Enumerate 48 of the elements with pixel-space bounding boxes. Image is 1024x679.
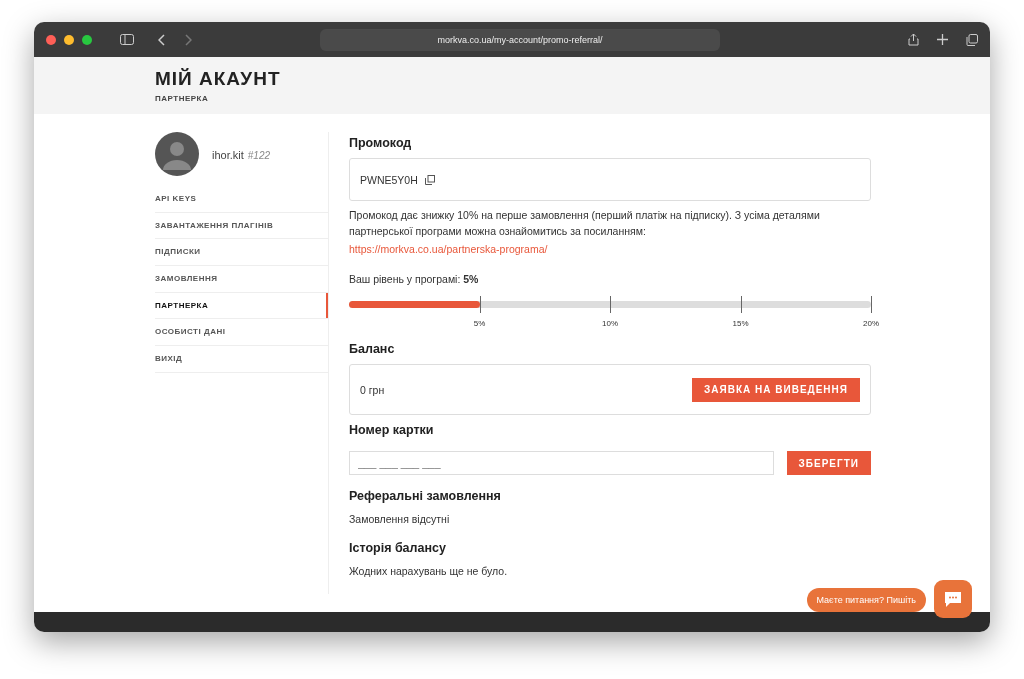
section-heading: Промокод [349, 136, 413, 150]
level-label: Ваш рівень у програмі: 5% [349, 272, 480, 287]
promo-code: PWNE5Y0H [360, 173, 418, 186]
avatar [155, 132, 199, 176]
sidebar-item[interactable]: ЗАМОВЛЕННЯ [155, 266, 328, 293]
level-tick [479, 296, 481, 313]
sidebar-item[interactable]: API KEYS [155, 186, 328, 213]
empty-message: Жодних нарахувань ще не було. [349, 564, 509, 579]
page-subtitle: ПАРТНЕРКА [155, 94, 210, 103]
sidebar-item[interactable]: ЗАВАНТАЖЕННЯ ПЛАГІНІВ [155, 212, 328, 240]
section-heading: Реферальні замовлення [349, 489, 502, 503]
empty-message: Замовлення відсутні [349, 512, 451, 527]
page-title: МІЙ АКАУНТ [155, 68, 282, 90]
share-icon[interactable] [908, 33, 919, 46]
section-heading: Баланс [349, 342, 396, 356]
username: ihor.kit [212, 149, 244, 161]
sidebar-icon[interactable] [120, 34, 134, 45]
sidebar-item[interactable]: ВИХІД [155, 346, 328, 373]
sidebar-item[interactable]: ПАРТНЕРКА [155, 292, 328, 320]
section-heading: Історія балансу [349, 541, 447, 555]
tick-label: 20% [863, 319, 879, 328]
save-button[interactable]: ЗБЕРЕГТИ [786, 451, 871, 475]
program-link[interactable]: https://morkva.co.ua/partnerska-programa/ [349, 243, 548, 255]
close-icon[interactable] [46, 34, 56, 45]
tick-label: 15% [732, 319, 749, 328]
user-id: #122 [247, 150, 271, 161]
minimize-icon[interactable] [64, 34, 74, 45]
plus-icon[interactable] [937, 34, 948, 45]
card-number-field[interactable]: ___ ___ ___ ___ [349, 451, 774, 475]
sidebar-item[interactable]: ОСОБИСТІ ДАНІ [155, 319, 328, 347]
sidebar-item[interactable]: ПІДПИСКИ [155, 239, 328, 267]
level-tick [871, 296, 872, 313]
tabs-icon[interactable] [966, 33, 978, 46]
address-bar[interactable]: morkva.co.ua/my-account/promo-referral/ [320, 28, 720, 51]
copy-icon[interactable] [424, 174, 435, 185]
section-heading: Номер картки [349, 423, 435, 437]
zoom-icon[interactable] [82, 34, 92, 45]
level-tick [740, 296, 742, 313]
tick-label: 5% [473, 319, 486, 328]
forward-icon[interactable] [184, 33, 192, 46]
chat-button[interactable] [934, 580, 972, 618]
withdraw-button[interactable]: ЗАЯВКА НА ВИВЕДЕННЯ [692, 377, 860, 402]
promo-description: Промокод дає знижку 10% на перше замовлення (перший платіж на підписку). З усіма деталями партнерської програми можна ознайомитись за посиланням: [349, 208, 821, 239]
level-tick [610, 296, 611, 313]
back-icon[interactable] [158, 33, 166, 46]
chat-icon [944, 590, 962, 608]
balance-amount: 0 грн [360, 383, 385, 396]
tick-label: 10% [602, 319, 618, 328]
